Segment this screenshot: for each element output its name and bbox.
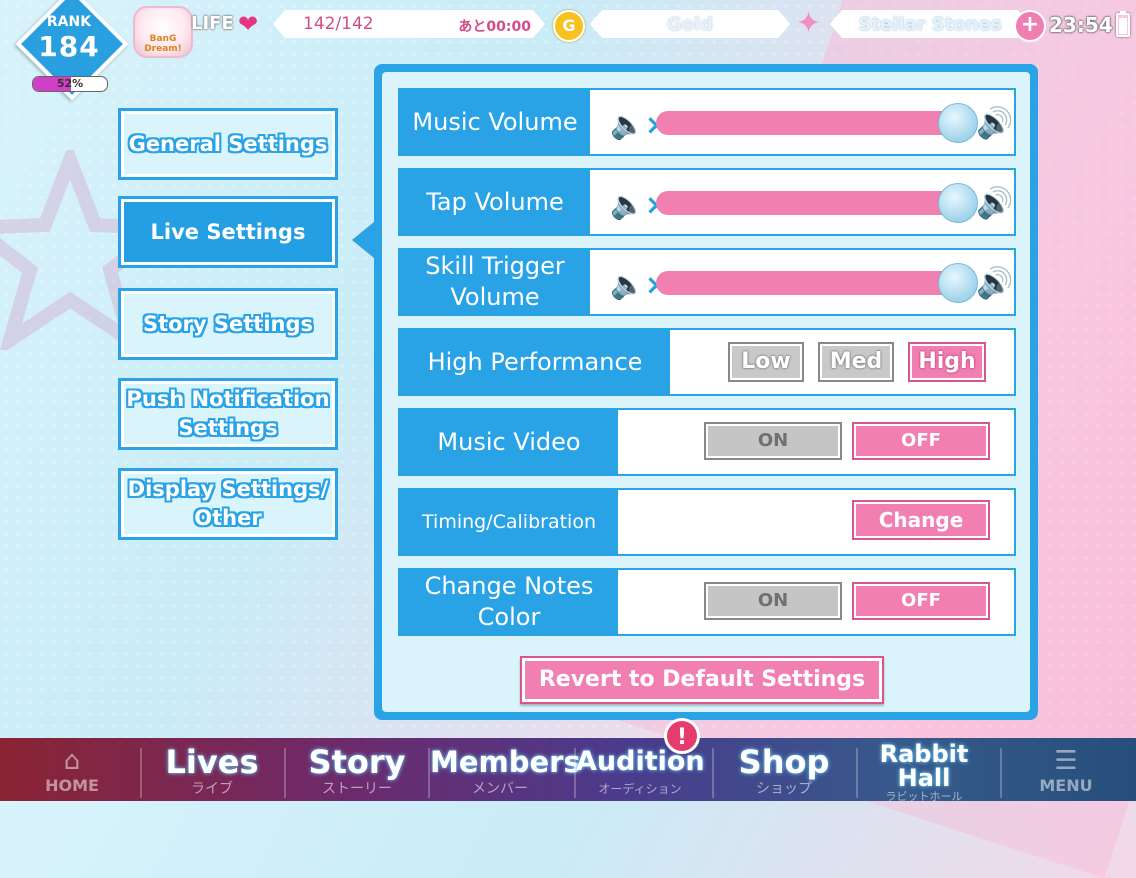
active-indicator-arrow xyxy=(352,222,374,258)
nav-general-settings[interactable]: General Settings xyxy=(118,108,338,180)
stones-label: Stellar Stones xyxy=(858,14,1002,35)
nav-divider xyxy=(856,748,858,798)
nav-story[interactable]: Story ストーリー xyxy=(290,738,424,801)
members-subtitle: メンバー xyxy=(472,781,528,797)
nav-display-settings-other[interactable]: Display Settings/ Other xyxy=(118,468,338,540)
tap-volume-slider[interactable]: 🔈× 🔊 xyxy=(610,183,1013,223)
volume-max-icon[interactable]: 🔊 xyxy=(976,106,1013,141)
rabbit-hall-title: Rabbit Hall xyxy=(879,740,969,792)
nav-story-settings[interactable]: Story Settings xyxy=(118,288,338,360)
volume-max-icon[interactable]: 🔊 xyxy=(976,266,1013,301)
slider-track[interactable] xyxy=(656,271,956,295)
stones-counter: Stellar Stones xyxy=(830,10,1030,38)
home-icon: ⌂ xyxy=(63,746,81,776)
nav-push-notification-settings[interactable]: Push Notification Settings xyxy=(118,378,338,450)
life-value: 142/142 xyxy=(303,14,374,34)
bottom-nav: ⌂ HOME Lives ライブ Story ストーリー Members メンバ… xyxy=(0,738,1136,803)
timing-change-button[interactable]: Change xyxy=(852,500,990,540)
battery-icon xyxy=(1116,11,1130,37)
gold-label: Gold xyxy=(666,14,714,35)
nav-rabbit-hall[interactable]: Rabbit Hall ラビットホール xyxy=(862,738,986,803)
settings-panel-inner: Music Volume 🔈× 🔊 Tap Volume 🔈× 🔊 Skill … xyxy=(382,72,1030,712)
life-counter: 142/142 あと00:00 xyxy=(273,10,545,38)
high-performance-label: High Performance xyxy=(400,330,670,394)
notes-color-label: Change Notes Color xyxy=(400,570,618,634)
band-logo[interactable]: BanG Dream! xyxy=(133,6,193,58)
slider-knob[interactable] xyxy=(938,263,978,303)
shop-subtitle: ショップ xyxy=(756,781,812,797)
home-label: HOME xyxy=(45,776,99,795)
option-high[interactable]: High xyxy=(908,342,986,382)
music-volume-slider[interactable]: 🔈× 🔊 xyxy=(610,103,1013,143)
timing-calibration-row: Timing/Calibration Change xyxy=(398,488,1016,556)
heart-icon: ❤ xyxy=(238,10,259,38)
tap-volume-row: Tap Volume 🔈× 🔊 xyxy=(398,168,1016,236)
slider-track[interactable] xyxy=(656,191,956,215)
timing-calibration-label: Timing/Calibration xyxy=(400,490,618,554)
gold-counter: Gold xyxy=(590,10,790,38)
skill-volume-row: Skill Trigger Volume 🔈× 🔊 xyxy=(398,248,1016,316)
nav-members[interactable]: Members メンバー xyxy=(430,738,581,801)
logo-text: BanG Dream! xyxy=(144,34,182,54)
menu-icon: ☰ xyxy=(1054,746,1078,776)
audition-subtitle: オーディション xyxy=(598,782,682,796)
high-performance-row: High Performance Low Med High xyxy=(398,328,1016,396)
slider-knob[interactable] xyxy=(938,183,978,223)
option-med[interactable]: Med xyxy=(818,342,894,382)
clock: 23:54 xyxy=(1049,13,1113,37)
music-volume-row: Music Volume 🔈× 🔊 xyxy=(398,88,1016,156)
nav-lives[interactable]: Lives ライブ xyxy=(146,738,278,801)
music-video-on-button[interactable]: ON xyxy=(704,422,842,460)
life-timer: あと00:00 xyxy=(458,19,531,35)
music-video-label: Music Video xyxy=(400,410,618,474)
nav-live-settings[interactable]: Live Settings xyxy=(118,196,338,268)
lives-subtitle: ライブ xyxy=(191,781,233,797)
skill-volume-slider[interactable]: 🔈× 🔊 xyxy=(610,263,1013,303)
rank-badge[interactable]: RANK 184 52% xyxy=(15,0,129,101)
audition-alert-badge: ! xyxy=(664,718,700,754)
nav-menu[interactable]: ☰ MENU xyxy=(1016,738,1116,801)
music-video-off-button[interactable]: OFF xyxy=(852,422,990,460)
skill-volume-label: Skill Trigger Volume xyxy=(400,250,590,314)
notes-color-off-button[interactable]: OFF xyxy=(852,582,990,620)
members-title: Members xyxy=(430,745,581,779)
story-title: Story xyxy=(308,743,406,781)
shop-title: Shop xyxy=(738,743,830,781)
nav-divider xyxy=(712,748,714,798)
story-subtitle: ストーリー xyxy=(322,781,392,797)
nav-shop[interactable]: Shop ショップ xyxy=(718,738,850,801)
buy-stones-button[interactable]: + xyxy=(1014,10,1046,42)
music-video-row: Music Video ON OFF xyxy=(398,408,1016,476)
settings-panel: Music Volume 🔈× 🔊 Tap Volume 🔈× 🔊 Skill … xyxy=(374,64,1038,720)
gold-coin-icon: G xyxy=(553,10,585,42)
rank-label: RANK xyxy=(46,14,92,30)
revert-defaults-button[interactable]: Revert to Default Settings xyxy=(520,656,884,704)
nav-divider xyxy=(140,748,142,798)
rank-progress-bar: 52% xyxy=(32,76,108,92)
nav-divider xyxy=(1000,748,1002,798)
rank-value: 184 xyxy=(38,30,100,63)
notes-color-on-button[interactable]: ON xyxy=(704,582,842,620)
stellar-stone-icon: ✦ xyxy=(796,6,822,41)
tap-volume-label: Tap Volume xyxy=(400,170,590,234)
rabbit-hall-subtitle: ラビットホール xyxy=(885,790,963,803)
nav-home[interactable]: ⌂ HOME xyxy=(30,738,114,801)
life-label: LIFE xyxy=(191,13,234,34)
option-low[interactable]: Low xyxy=(728,342,804,382)
lives-title: Lives xyxy=(165,743,259,781)
rank-progress-text: 52% xyxy=(56,77,84,90)
notes-color-row: Change Notes Color ON OFF xyxy=(398,568,1016,636)
menu-label: MENU xyxy=(1039,776,1093,795)
slider-knob[interactable] xyxy=(938,103,978,143)
slider-track[interactable] xyxy=(656,111,956,135)
music-volume-label: Music Volume xyxy=(400,90,590,154)
volume-max-icon[interactable]: 🔊 xyxy=(976,186,1013,221)
nav-divider xyxy=(284,748,286,798)
